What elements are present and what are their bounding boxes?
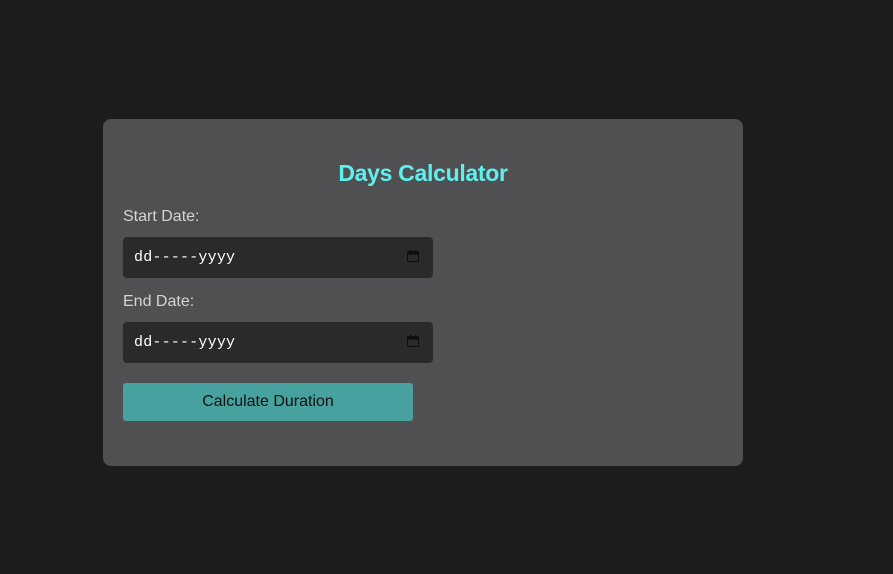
calendar-icon[interactable] <box>407 335 419 347</box>
start-date-value: dd-----yyyy <box>134 249 236 266</box>
end-date-input[interactable]: dd-----yyyy <box>123 322 433 363</box>
end-date-value: dd-----yyyy <box>134 334 236 351</box>
calculate-duration-button[interactable]: Calculate Duration <box>123 383 413 421</box>
start-date-input[interactable]: dd-----yyyy <box>123 237 433 278</box>
calculator-card: Days Calculator Start Date: dd-----yyyy … <box>103 119 743 466</box>
start-date-label: Start Date: <box>123 208 200 225</box>
page-title: Days Calculator <box>338 160 508 186</box>
end-date-label: End Date: <box>123 293 195 310</box>
calendar-icon[interactable] <box>407 250 419 262</box>
